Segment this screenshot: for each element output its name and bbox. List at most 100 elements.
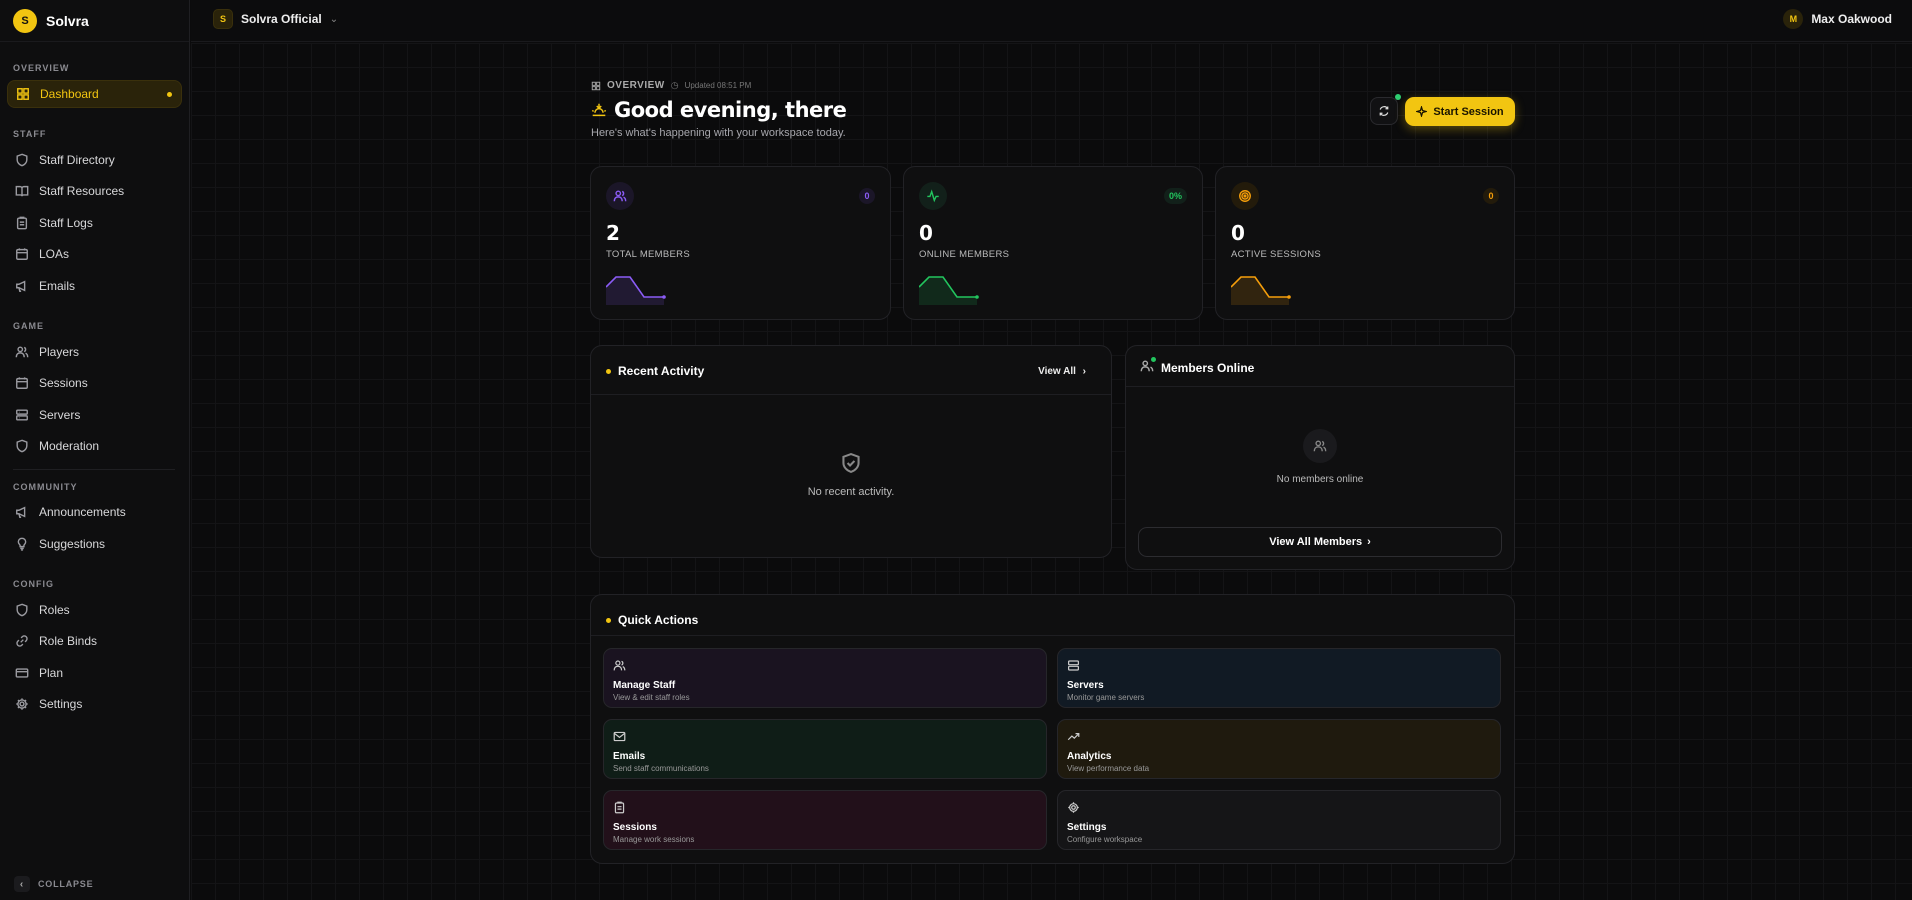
user-menu[interactable]: M Max Oakwood xyxy=(1783,9,1892,29)
user-name: Max Oakwood xyxy=(1811,12,1892,26)
sidebar-item-label: Roles xyxy=(39,603,70,617)
updated-time: Updated 08:51 PM xyxy=(684,81,752,90)
sidebar-item-dashboard[interactable]: Dashboard xyxy=(7,80,182,108)
recent-activity-header: Recent Activity xyxy=(606,364,704,378)
megaphone-icon xyxy=(16,506,26,518)
sidebar-item-roles[interactable]: Roles xyxy=(7,596,182,624)
refresh-button[interactable] xyxy=(1370,94,1401,125)
users-icon xyxy=(613,660,626,671)
sidebar-item-emails[interactable]: Emails xyxy=(7,272,182,300)
quick-action-title: Settings xyxy=(1067,822,1107,833)
quick-action-emails[interactable]: Emails Send staff communications xyxy=(603,719,1047,779)
empty-state: No recent activity. xyxy=(591,452,1111,498)
quick-action-title: Analytics xyxy=(1067,751,1112,762)
panel-title: Recent Activity xyxy=(618,364,705,378)
view-all-link[interactable]: View All › xyxy=(1038,366,1086,377)
sidebar-item-staff-directory[interactable]: Staff Directory xyxy=(7,146,182,174)
sidebar-item-plan[interactable]: Plan xyxy=(7,659,182,687)
section-label-community: COMMUNITY xyxy=(13,482,78,492)
megaphone-icon xyxy=(16,280,26,292)
shield-icon xyxy=(16,603,28,617)
sidebar-item-role-binds[interactable]: Role Binds xyxy=(7,627,182,655)
chevron-right-icon: › xyxy=(1082,366,1086,377)
stat-value: 2 xyxy=(606,221,620,245)
stat-badge: 0 xyxy=(859,188,875,204)
collapse-button[interactable]: ‹ COLLAPSE xyxy=(14,876,93,892)
calendar-icon xyxy=(16,248,28,260)
empty-text: No recent activity. xyxy=(807,486,895,498)
overview-header: OVERVIEW ◷ Updated 08:51 PM xyxy=(591,80,751,91)
sidebar-item-servers[interactable]: Servers xyxy=(7,401,182,429)
brand[interactable]: S Solvra xyxy=(0,0,189,42)
quick-action-title: Servers xyxy=(1067,680,1104,691)
quick-action-servers[interactable]: Servers Monitor game servers xyxy=(1057,648,1501,708)
sidebar-item-players[interactable]: Players xyxy=(7,338,182,366)
accent-dot xyxy=(606,617,611,623)
quick-action-settings[interactable]: Settings Configure workspace xyxy=(1057,790,1501,850)
trending-icon xyxy=(1067,733,1080,741)
shield-check-icon xyxy=(840,452,862,477)
book-icon xyxy=(15,185,29,197)
section-label-config: CONFIG xyxy=(13,579,54,589)
sidebar-item-moderation[interactable]: Moderation xyxy=(7,432,182,460)
sidebar-item-announcements[interactable]: Announcements xyxy=(7,498,182,526)
members-online-header: Members Online xyxy=(1140,357,1254,376)
calendar-icon xyxy=(16,377,28,389)
quick-action-desc: Manage work sessions xyxy=(613,835,695,844)
topbar: S Solvra Official ⌄ M Max Oakwood xyxy=(191,0,1912,42)
sidebar-item-loas[interactable]: LOAs xyxy=(7,240,182,268)
quick-action-sessions[interactable]: Sessions Manage work sessions xyxy=(603,790,1047,850)
start-session-label: Start Session xyxy=(1433,105,1504,118)
quick-action-analytics[interactable]: Analytics View performance data xyxy=(1057,719,1501,779)
sidebar: S Solvra OVERVIEW Dashboard STAFF Staff … xyxy=(0,0,190,900)
activity-icon xyxy=(919,182,947,210)
sidebar-item-label: Settings xyxy=(39,697,83,711)
sidebar-item-label: Staff Logs xyxy=(39,216,93,230)
quick-actions-header: Quick Actions xyxy=(606,613,698,627)
sidebar-item-label: Dashboard xyxy=(40,87,99,101)
card-icon xyxy=(15,668,29,678)
dashboard-icon xyxy=(591,81,601,90)
avatar: M xyxy=(1783,9,1804,29)
view-all-members-button[interactable]: View All Members › xyxy=(1138,527,1502,557)
divider xyxy=(1126,386,1514,387)
workspace-switcher[interactable]: S Solvra Official ⌄ xyxy=(213,9,338,29)
link-icon xyxy=(16,635,28,647)
start-session-button[interactable]: Start Session xyxy=(1405,97,1515,126)
users-icon xyxy=(1303,429,1337,463)
sparkline-active-sessions xyxy=(1231,276,1291,305)
sidebar-item-settings[interactable]: Settings xyxy=(7,690,182,718)
shield-icon xyxy=(16,153,28,167)
sidebar-item-label: Plan xyxy=(39,666,64,680)
quick-action-desc: View & edit staff roles xyxy=(613,693,690,702)
brand-name: Solvra xyxy=(46,12,89,29)
quick-action-title: Emails xyxy=(613,751,646,762)
chevron-right-icon: › xyxy=(1367,536,1371,548)
quick-actions-panel: Quick Actions Manage Staff View & edit s… xyxy=(590,594,1515,864)
sidebar-item-label: Emails xyxy=(39,279,76,293)
active-dot xyxy=(167,91,172,97)
sidebar-item-label: Sessions xyxy=(39,376,88,390)
page-subtitle: Here's what's happening with your worksp… xyxy=(591,127,846,139)
sidebar-item-suggestions[interactable]: Suggestions xyxy=(7,530,182,558)
lightbulb-icon xyxy=(17,537,27,551)
stat-label: ONLINE MEMBERS xyxy=(919,249,1010,260)
sidebar-item-staff-resources[interactable]: Staff Resources xyxy=(7,177,182,205)
quick-action-desc: Send staff communications xyxy=(613,764,709,773)
sidebar-item-label: Servers xyxy=(39,408,81,422)
quick-action-manage-staff[interactable]: Manage Staff View & edit staff roles xyxy=(603,648,1047,708)
collapse-label: COLLAPSE xyxy=(38,879,94,889)
dashboard-icon xyxy=(17,88,29,100)
panel-title: Quick Actions xyxy=(618,613,699,627)
sidebar-item-sessions[interactable]: Sessions xyxy=(7,369,182,397)
sidebar-item-staff-logs[interactable]: Staff Logs xyxy=(7,209,182,237)
chevron-left-icon: ‹ xyxy=(14,876,30,892)
clock-icon: ◷ xyxy=(670,80,679,90)
section-label-overview: OVERVIEW xyxy=(13,63,70,73)
sidebar-divider xyxy=(13,469,175,470)
stat-badge: 0% xyxy=(1163,188,1187,204)
server-icon xyxy=(16,409,28,421)
server-icon xyxy=(1068,660,1079,671)
shield-icon xyxy=(16,439,28,453)
quick-action-desc: Configure workspace xyxy=(1067,835,1143,844)
